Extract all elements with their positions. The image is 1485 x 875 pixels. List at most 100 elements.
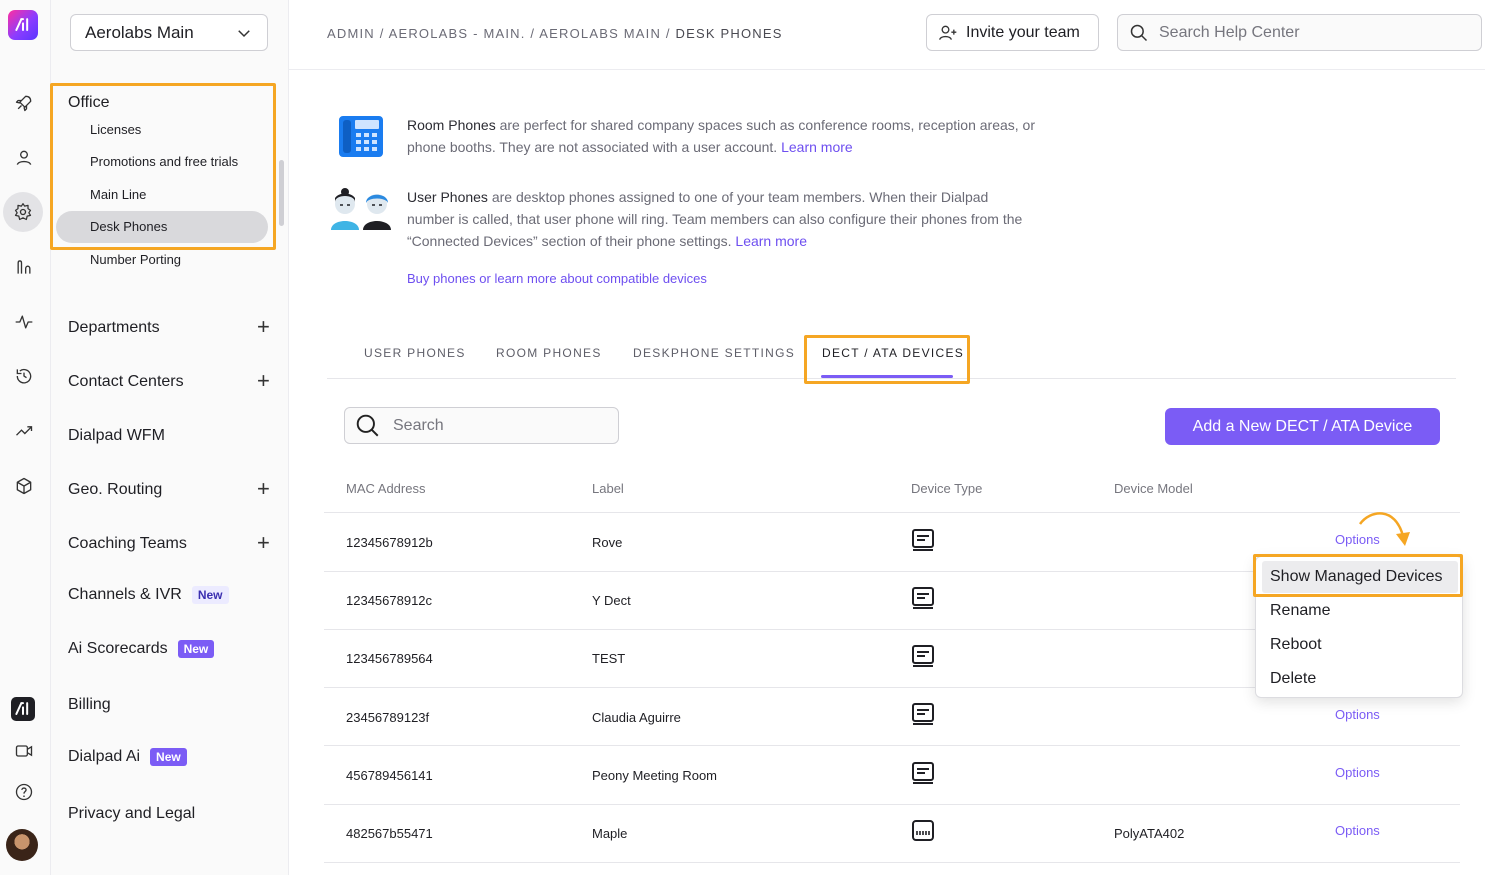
sidebar-item-geo-routing[interactable]: Geo. Routing [68,481,162,499]
column-header-device-type[interactable]: Device Type [911,481,982,496]
settings-gear-icon[interactable] [3,192,43,232]
dect-base-icon [912,762,934,784]
room-phones-description: Room Phones are perfect for shared compa… [407,114,1037,158]
label-cell: Maple [592,826,628,841]
plus-icon[interactable]: + [257,478,270,500]
label-cell: TEST [592,651,626,666]
buy-phones-link[interactable]: Buy phones or learn more about compatibl… [407,271,707,286]
options-link[interactable]: Options [1335,707,1380,722]
room-phones-title: Room Phones [407,117,496,133]
user-phones-illustration-icon [331,188,391,230]
routing-icon[interactable] [6,249,42,285]
user-phones-title: User Phones [407,189,488,205]
tab-room-phones[interactable]: ROOM PHONES [496,346,602,360]
menu-item-rename[interactable]: Rename [1270,602,1330,620]
add-dect-ata-device-button[interactable]: Add a New DECT / ATA Device [1165,408,1440,445]
invite-team-button[interactable]: Invite your team [926,14,1099,51]
menu-item-reboot[interactable]: Reboot [1270,636,1322,654]
tab-highlight-box [804,335,970,384]
sidebar-item-privacy-legal[interactable]: Privacy and Legal [68,805,195,823]
row-divider [324,512,1460,513]
new-badge: New [191,586,229,604]
room-phones-text: are perfect for shared company spaces su… [407,117,1035,155]
help-search-input[interactable]: Search Help Center [1117,14,1482,51]
room-learn-more-link[interactable]: Learn more [781,139,853,155]
dialpad-logo-icon[interactable] [8,10,38,40]
device-search-input[interactable]: Search [344,407,619,444]
trend-icon[interactable] [6,413,42,449]
office-highlight-box [50,83,276,250]
label-cell: Peony Meeting Room [592,768,718,783]
sidebar-item-departments[interactable]: Departments [68,319,160,337]
new-badge: New [177,640,215,658]
dialpad-ai-icon[interactable] [11,697,35,721]
sidebar-scrollbar[interactable] [279,160,284,226]
breadcrumb-path[interactable]: ADMIN / AEROLABS - MAIN. / AEROLABS MAIN… [327,26,676,41]
history-icon[interactable] [6,358,42,394]
org-selector-value: Aerolabs Main [85,22,194,42]
help-icon[interactable] [6,774,42,810]
rocket-icon[interactable] [6,85,42,121]
add-user-icon [939,25,957,40]
user-phones-text: are desktop phones assigned to one of yo… [407,189,1023,249]
plus-icon[interactable]: + [257,316,270,338]
column-header-label[interactable]: Label [592,481,624,496]
model-cell: PolyATA402 [1114,826,1185,841]
sidebar-item-channels-ivr[interactable]: Channels & IVR New [68,586,229,604]
ata-adapter-icon [912,820,934,841]
video-icon[interactable] [6,733,42,769]
cube-icon[interactable] [6,468,42,504]
column-header-mac[interactable]: MAC Address [346,481,425,496]
help-search-placeholder: Search Help Center [1159,23,1300,41]
sidebar-item-ai-scorecards[interactable]: Ai Scorecards New [68,640,215,658]
sidebar: Aerolabs Main Office Licenses Promotions… [50,0,289,875]
sidebar-item-label: Billing [68,696,111,713]
label-cell: Claudia Aguirre [592,710,681,725]
plus-icon[interactable]: + [257,370,270,392]
sidebar-item-label: Coaching Teams [68,535,187,552]
sidebar-item-label: Privacy and Legal [68,805,196,822]
device-search-placeholder: Search [393,416,444,434]
label-cell: Y Dect [592,593,631,608]
mac-cell: 12345678912b [346,535,433,550]
sidebar-item-label: Channels & IVR [68,586,182,603]
sidebar-item-number-porting[interactable]: Number Porting [90,252,181,267]
label-cell: Rove [592,535,623,550]
menu-highlight-box [1253,554,1463,597]
activity-icon[interactable] [6,304,42,340]
header: ADMIN / AEROLABS - MAIN. / AEROLABS MAIN… [289,0,1485,70]
user-icon[interactable] [6,140,42,176]
row-divider [324,745,1460,746]
options-link[interactable]: Options [1335,823,1380,838]
sidebar-item-label: Geo. Routing [68,481,163,498]
plus-icon[interactable]: + [257,532,270,554]
breadcrumb-current: DESK PHONES [675,26,783,41]
annotation-arrow-icon [1358,512,1410,546]
sidebar-item-label: Dialpad Ai [68,748,141,765]
mac-cell: 23456789123f [346,710,430,725]
sidebar-item-contact-centers[interactable]: Contact Centers [68,373,184,391]
search-icon [1130,24,1148,41]
tab-user-phones[interactable]: USER PHONES [364,346,466,360]
sidebar-item-label: Dialpad WFM [68,427,165,444]
sidebar-item-coaching-teams[interactable]: Coaching Teams [68,535,187,553]
org-selector[interactable]: Aerolabs Main [70,14,268,51]
row-divider [324,862,1460,863]
dect-base-icon [912,703,934,725]
new-badge: New [150,748,187,766]
sidebar-item-label: Ai Scorecards [68,640,168,657]
column-header-device-model[interactable]: Device Model [1114,481,1193,496]
sidebar-item-dialpad-wfm[interactable]: Dialpad WFM [68,427,165,445]
avatar[interactable] [6,829,38,861]
user-learn-more-link[interactable]: Learn more [735,233,807,249]
mac-cell: 123456789564 [346,651,433,666]
dect-base-icon [912,645,934,667]
room-phone-icon [339,116,383,157]
tab-deskphone-settings[interactable]: DESKPHONE SETTINGS [633,346,795,360]
sidebar-item-dialpad-ai[interactable]: Dialpad Ai New [68,748,187,766]
sidebar-item-billing[interactable]: Billing [68,696,111,714]
row-divider [324,804,1460,805]
menu-item-delete[interactable]: Delete [1270,670,1316,688]
chevron-down-icon [238,29,250,37]
options-link[interactable]: Options [1335,765,1380,780]
